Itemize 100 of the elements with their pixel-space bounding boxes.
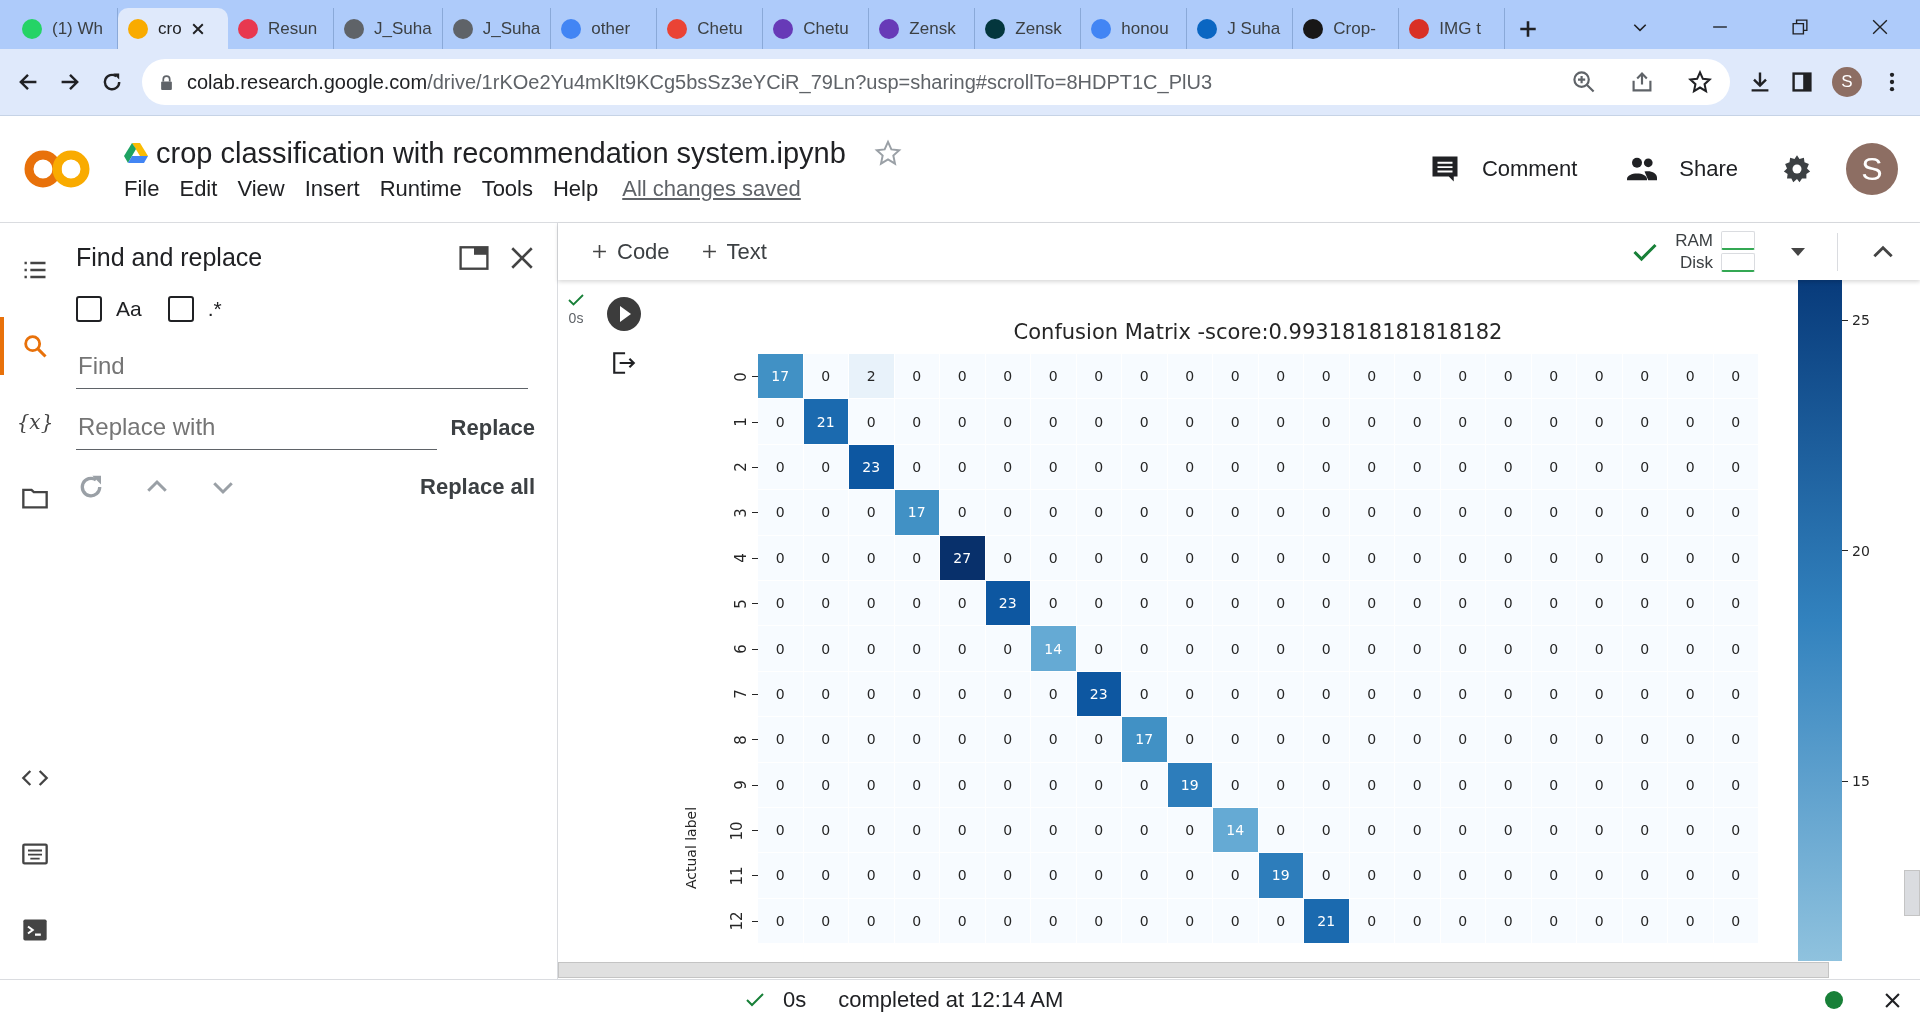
comment-button[interactable]: Comment	[1417, 146, 1590, 192]
colorbar-tick: 20	[1852, 542, 1870, 559]
matrix-cell: 0	[1440, 490, 1485, 535]
menu-item[interactable]: Help	[553, 175, 599, 202]
browser-tab[interactable]: cro	[118, 8, 228, 49]
matrix-cell: 0	[1395, 898, 1440, 944]
share-button[interactable]: Share	[1615, 146, 1750, 192]
matrix-cell: 0	[1577, 490, 1622, 535]
chart-title: Confusion Matrix -score:0.9931818181818182	[1012, 320, 1504, 346]
sidebar-tab[interactable]: {x}	[0, 393, 66, 451]
menu-item[interactable]: Insert	[304, 175, 360, 202]
find-field[interactable]: Find	[76, 344, 528, 389]
menu-item[interactable]: File	[124, 175, 160, 202]
zoom-icon[interactable]	[1572, 70, 1596, 94]
matrix-cell: 0	[803, 807, 848, 853]
save-status-link[interactable]: All changes saved	[622, 175, 801, 202]
matrix-cell: 0	[985, 490, 1030, 535]
matrix-cell: 0	[1167, 853, 1212, 898]
matrix-cell: 0	[1258, 399, 1303, 444]
drive-icon[interactable]	[124, 142, 148, 164]
matrix-cell: 0	[1622, 535, 1667, 580]
matrix-cell: 0	[1531, 580, 1576, 626]
new-tab-icon[interactable]	[1519, 20, 1538, 38]
matrix-cell: 0	[758, 762, 803, 807]
replace-all-button[interactable]: Replace all	[418, 468, 537, 506]
settings-icon[interactable]	[1782, 154, 1812, 184]
checkbox[interactable]	[167, 296, 194, 322]
close-icon[interactable]	[191, 22, 204, 35]
add-cell-button[interactable]: Text	[693, 234, 775, 269]
menu-item[interactable]: View	[237, 175, 285, 202]
matrix-cell: 0	[1713, 354, 1758, 399]
matrix-cell: 0	[1304, 717, 1349, 762]
matrix-cell: 0	[1258, 626, 1303, 671]
scrollbar-thumb[interactable]	[1904, 870, 1920, 916]
share-icon[interactable]	[1630, 70, 1654, 94]
matrix-cell: 0	[1531, 762, 1576, 807]
matrix-cell: 0	[1395, 535, 1440, 580]
star-icon[interactable]	[873, 139, 902, 167]
menu-item[interactable]: Edit	[179, 175, 218, 202]
matrix-cell: 0	[1622, 354, 1667, 399]
open-in-tab-icon[interactable]	[459, 244, 489, 271]
matrix-cell: 0	[1395, 762, 1440, 807]
profile-avatar[interactable]: S	[1832, 67, 1862, 97]
matrix-cell: 0	[1167, 807, 1212, 853]
matrix-cell: 0	[758, 717, 803, 762]
matrix-cell: 0	[1486, 717, 1531, 762]
matrix-cell: 0	[1395, 807, 1440, 853]
matrix-cell: 0	[1531, 898, 1576, 944]
menu-item[interactable]: Tools	[481, 175, 533, 202]
notebook-title[interactable]: crop classification with recommendation system.ipynb	[156, 136, 846, 170]
matrix-cell: 0	[1440, 898, 1485, 944]
checkbox[interactable]	[76, 296, 102, 322]
add-cell-button[interactable]: Code	[584, 234, 678, 269]
matrix-cell: 0	[1304, 626, 1349, 671]
menu-item[interactable]: Runtime	[379, 175, 462, 202]
matrix-cell: 19	[1167, 762, 1212, 807]
restore-icon[interactable]	[1792, 19, 1808, 35]
run-button[interactable]	[606, 296, 642, 332]
user-avatar[interactable]: S	[1846, 143, 1898, 195]
replace-field[interactable]: Replace with	[76, 405, 437, 450]
matrix-cell: 0	[1395, 717, 1440, 762]
matrix-cell: 0	[985, 444, 1030, 490]
horizontal-scrollbar[interactable]	[558, 962, 1829, 978]
matrix-cell: 0	[1577, 354, 1622, 399]
matrix-cell: 0	[1440, 444, 1485, 490]
row-label: 12	[727, 911, 746, 931]
matrix-cell: 17	[894, 490, 939, 535]
matrix-cell: 0	[1668, 898, 1713, 944]
matrix-cell: 0	[1395, 580, 1440, 626]
address-field[interactable]: colab.research.google.com/drive/1rKOe2Yu4mKlt9KCg5bsSz3eYCiR_79Ln?usp=sharing#scrollTo=8HDPT1C_PlU3	[142, 59, 1730, 105]
matrix-cell: 0	[894, 354, 939, 399]
matrix-cell: 0	[940, 762, 985, 807]
side-panel-icon[interactable]	[1790, 70, 1814, 94]
row-label: 5	[732, 598, 751, 609]
matrix-cell: 0	[1122, 535, 1167, 580]
matrix-cell: 0	[1031, 399, 1076, 444]
output-icon[interactable]	[611, 350, 637, 376]
row-label: 6	[732, 644, 751, 654]
matrix-cell: 0	[1076, 399, 1121, 444]
matrix-cell: 0	[849, 762, 894, 807]
matrix-cell: 0	[803, 898, 848, 944]
matrix-cell: 0	[758, 898, 803, 944]
star-icon[interactable]	[1688, 70, 1712, 94]
close-icon[interactable]	[1885, 992, 1900, 1008]
matrix-cell: 0	[1304, 807, 1349, 853]
matrix-cell: 0	[1213, 717, 1258, 762]
matrix-cell: 0	[1031, 580, 1076, 626]
matrix-cell: 0	[1486, 535, 1531, 580]
dropdown-icon[interactable]	[1791, 247, 1805, 256]
matrix-cell: 0	[1668, 580, 1713, 626]
matrix-cell: 0	[1122, 354, 1167, 399]
matrix-cell: 0	[1486, 354, 1531, 399]
matrix-cell: 0	[1622, 626, 1667, 671]
matrix-cell: 0	[803, 626, 848, 671]
check-icon	[568, 294, 584, 306]
matrix-cell: 0	[1622, 717, 1667, 762]
replace-button[interactable]: Replace	[448, 408, 537, 447]
matrix-cell: 0	[1440, 807, 1485, 853]
matrix-cell: 0	[1440, 580, 1485, 626]
close-icon[interactable]	[1872, 19, 1888, 35]
